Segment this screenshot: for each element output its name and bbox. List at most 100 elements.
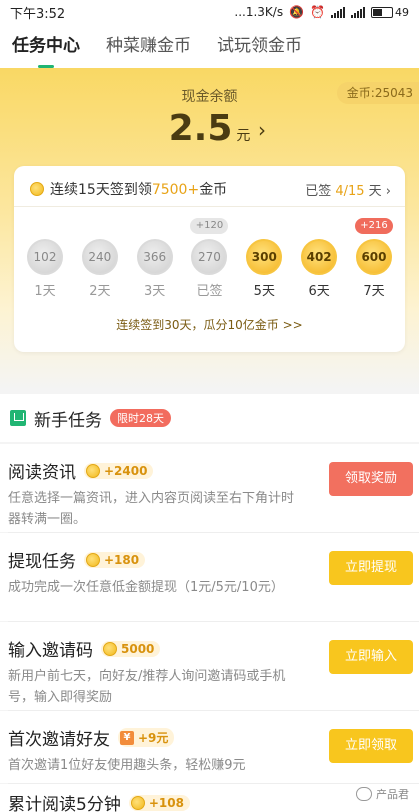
wechat-icon (356, 787, 372, 801)
checkin-day-4: +120 270 已签 (184, 218, 234, 304)
mute-icon: 🔕 (289, 5, 305, 19)
checkin-day-6: 402 6天 (294, 218, 344, 304)
task-item: 输入邀请码 5000 新用户前七天，向好友/推荐人询问邀请码或手机号，输入即得奖… (0, 622, 419, 710)
coin-icon (30, 182, 44, 196)
withdraw-now-button[interactable]: 立即提现 (329, 551, 413, 585)
task-reward: +108 (128, 794, 190, 811)
chevron-right-icon[interactable]: › (258, 118, 266, 142)
checkin-days: 102 1天 240 2天 366 3天 +120 270 已签 300 5天 … (20, 218, 399, 304)
checkin-progress-link[interactable]: 已签 4/15 天 › (305, 180, 391, 199)
task-title-row: 输入邀请码 5000 (8, 636, 161, 661)
day-label: 5天 (253, 284, 275, 299)
checkin-day-5: 300 5天 (239, 218, 289, 304)
day-label: 已签 (196, 284, 223, 299)
task-description: 新用户前七天，向好友/推荐人询问邀请码或手机号，输入即得奖励 (8, 669, 286, 705)
task-title-row: 累计阅读5分钟 +108 (8, 790, 190, 812)
cash-amount-value: 2.5 (168, 108, 233, 149)
status-bar: 下午3:52 ...1.3K/s 🔕 ⏰ 49 (0, 0, 419, 24)
cash-balance-amount[interactable]: 2.5 元 (0, 108, 419, 149)
alarm-icon: ⏰ (310, 5, 325, 19)
task-item: 首次邀请好友 ¥ +9元 首次邀请1位好友使用趣头条，轻松赚9元 立即领取 (0, 711, 419, 783)
day-label: 2天 (89, 284, 111, 299)
status-time: 下午3:52 (10, 6, 66, 22)
task-title: 输入邀请码 (8, 641, 93, 661)
day-coin: 300 (246, 239, 283, 275)
checkin-title-highlight: 7500+ (151, 182, 200, 198)
checkin-day-7: +216 600 7天 (349, 218, 399, 304)
coin-icon (86, 463, 100, 478)
tab-grow-vegetables[interactable]: 种菜赚金币 (106, 24, 191, 68)
watermark: 产品君 (356, 786, 409, 802)
task-title: 提现任务 (8, 552, 76, 572)
rmb-icon: ¥ (120, 730, 134, 745)
limited-time-badge: 限时28天 (110, 409, 171, 427)
watermark-text: 产品君 (376, 788, 409, 801)
newbie-title: 新手任务 (34, 410, 102, 431)
checkin-day-3: 366 3天 (130, 218, 180, 304)
task-reward-value: +2400 (104, 463, 148, 478)
day-coin: 600 (355, 239, 392, 275)
coin-icon (130, 795, 145, 810)
task-title-row: 阅读资讯 +2400 (8, 458, 154, 483)
checkin-day-1: 102 1天 (20, 218, 70, 304)
day-label: 7天 (363, 284, 385, 299)
checkin-day-2: 240 2天 (75, 218, 125, 304)
checkin-progress-prefix: 已签 (305, 183, 336, 199)
task-title-row: 提现任务 +180 (8, 547, 146, 572)
task-title: 累计阅读5分钟 (8, 795, 121, 812)
enter-code-button[interactable]: 立即输入 (329, 640, 413, 674)
network-speed: ...1.3K/s (234, 5, 284, 19)
task-reward-value: +9元 (138, 731, 169, 745)
day-label: 3天 (144, 284, 166, 299)
battery-icon: 49 (371, 6, 409, 19)
day-label: 6天 (308, 284, 330, 299)
claim-now-button[interactable]: 立即领取 (329, 729, 413, 763)
tab-trial-games[interactable]: 试玩领金币 (217, 24, 302, 68)
task-reward: +180 (84, 551, 146, 568)
task-reward-value: +108 (148, 795, 184, 810)
task-reward: +2400 (84, 462, 154, 479)
tab-task-center[interactable]: 任务中心 (12, 24, 80, 68)
cash-amount-unit: 元 (236, 128, 251, 144)
day-bonus-bubble: +120 (190, 218, 229, 234)
day-coin: 366 (136, 239, 173, 275)
checkin-progress-value: 4/15 (335, 183, 365, 199)
task-reward-value: +180 (104, 552, 140, 567)
checkin-progress-suffix: 天 › (364, 183, 391, 199)
coin-icon (103, 641, 117, 656)
day-coin: 270 (191, 239, 228, 275)
cash-balance-label: 现金余额 (181, 89, 238, 105)
claim-reward-button[interactable]: 领取奖励 (329, 462, 413, 496)
top-tabs: 任务中心 种菜赚金币 试玩领金币 (0, 24, 419, 68)
day-bonus-bubble: +216 (354, 218, 393, 234)
task-reward: 5000 (101, 640, 161, 657)
bookmark-icon (10, 410, 26, 426)
checkin-title-suffix: 金币 (199, 182, 228, 198)
balance-hero: 金币:25043 现金余额 2.5 元 › 连续15天签到领7500+金币 已签 … (0, 68, 419, 390)
task-reward-value: 5000 (121, 641, 155, 656)
signal-icon-2 (351, 6, 365, 18)
checkin-card: 连续15天签到领7500+金币 已签 4/15 天 › 102 1天 240 2… (14, 166, 405, 352)
coin-icon (86, 552, 100, 567)
day-coin: 402 (301, 239, 338, 275)
battery-level: 49 (395, 5, 409, 19)
task-reward: ¥ +9元 (118, 728, 175, 747)
task-item: 提现任务 +180 成功完成一次任意低金额提现（1元/5元/10元） 立即提现 (0, 533, 419, 621)
checkin-title-prefix: 连续15天签到领 (50, 182, 152, 198)
task-item: 阅读资讯 +2400 任意选择一篇资讯，进入内容页阅读至右下角计时器转满一圈。 … (0, 444, 419, 532)
task-description: 任意选择一篇资讯，进入内容页阅读至右下角计时器转满一圈。 (8, 491, 295, 527)
task-description: 首次邀请1位好友使用趣头条，轻松赚9元 (8, 758, 246, 773)
status-indicators: ...1.3K/s 🔕 ⏰ 49 (234, 5, 409, 19)
day-coin: 240 (81, 239, 118, 275)
day-label: 1天 (34, 284, 56, 299)
checkin-footer-link[interactable]: 连续签到30天，瓜分10亿金币 >> (14, 316, 405, 333)
newbie-tasks-header: 新手任务 限时28天 (0, 394, 419, 442)
checkin-header: 连续15天签到领7500+金币 已签 4/15 天 › (30, 176, 391, 202)
signal-icon (331, 6, 345, 18)
checkin-title: 连续15天签到领7500+金币 (30, 179, 227, 199)
task-title: 首次邀请好友 (8, 730, 110, 750)
divider (14, 206, 405, 207)
task-description: 成功完成一次任意低金额提现（1元/5元/10元） (8, 580, 284, 595)
task-title-row: 首次邀请好友 ¥ +9元 (8, 725, 175, 750)
task-title: 阅读资讯 (8, 463, 76, 483)
